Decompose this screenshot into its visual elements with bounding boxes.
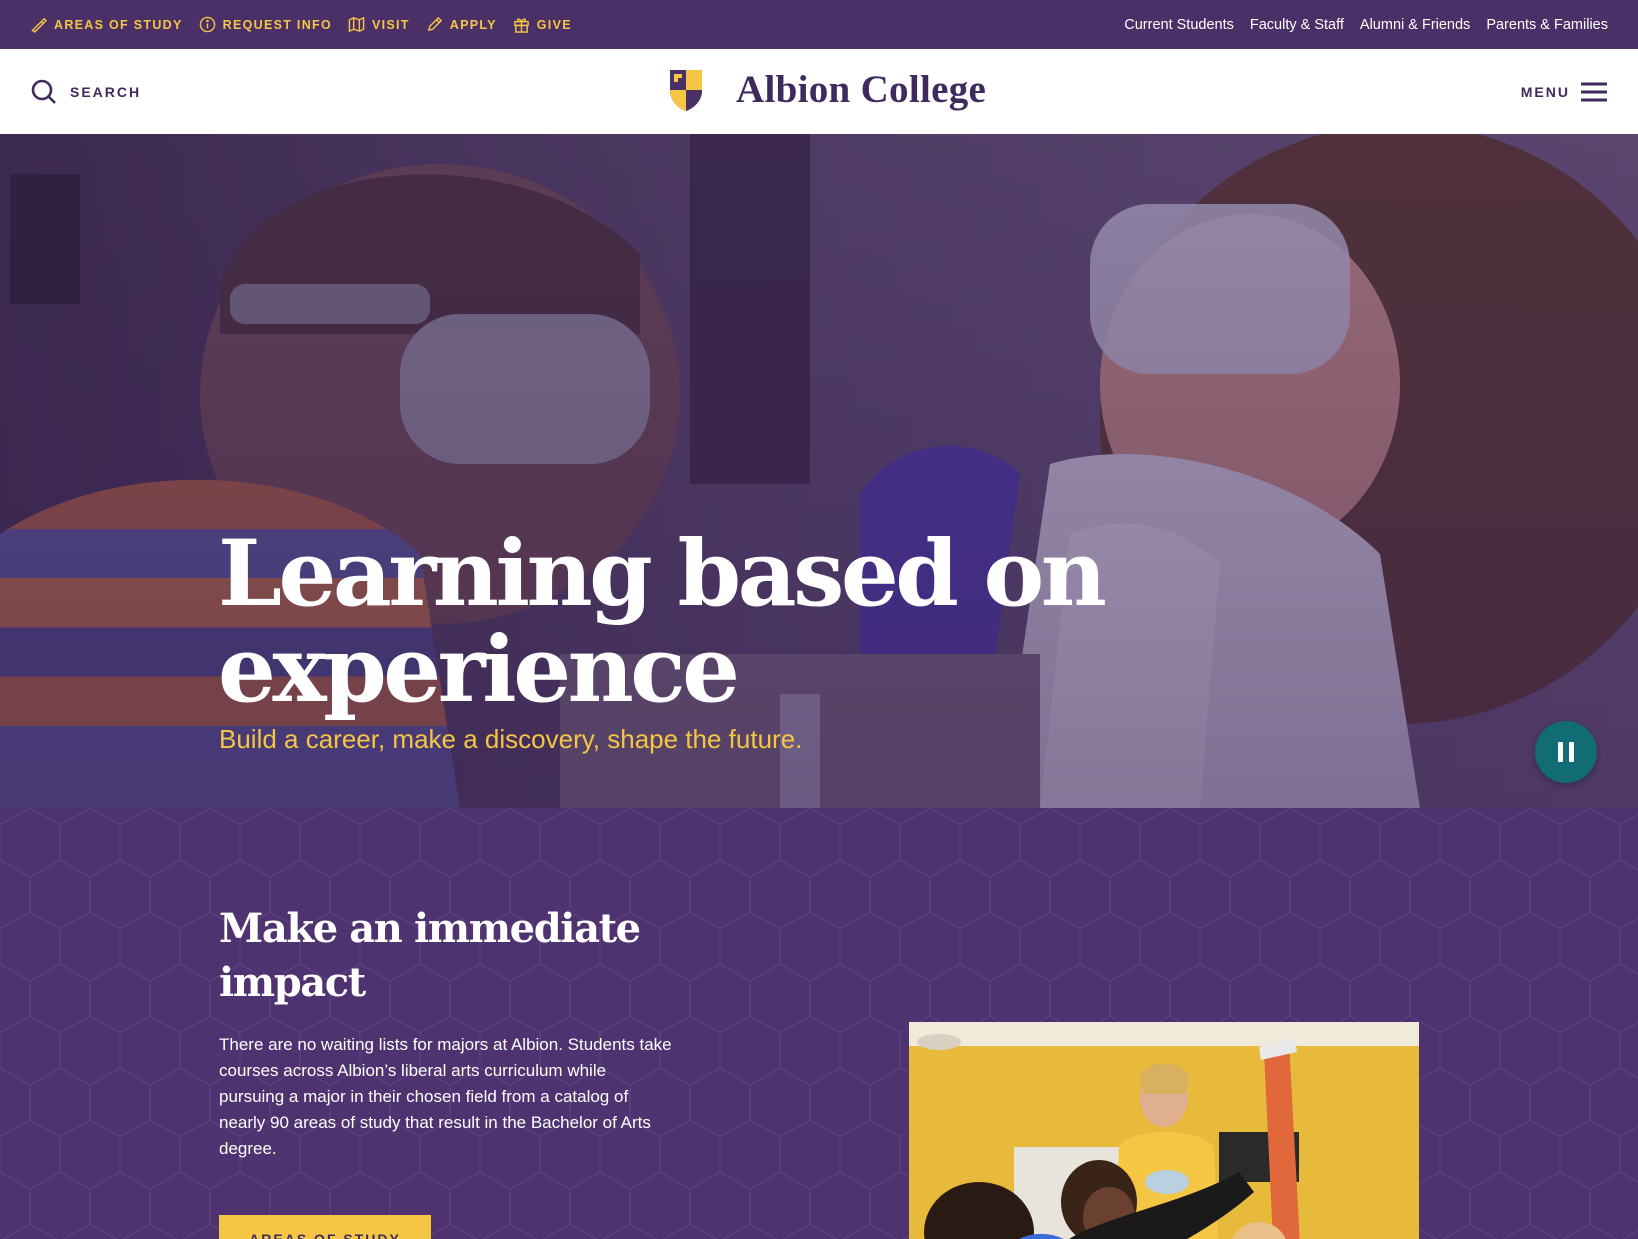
pause-icon-bar (1569, 742, 1574, 762)
search-label: Search (70, 83, 142, 100)
site-header: Search Albion College Menu (0, 49, 1638, 134)
parents-families-link[interactable]: Parents & Families (1486, 17, 1608, 33)
pause-video-button[interactable] (1535, 721, 1597, 783)
utility-bar: Areas of Study Request Info Visit Apply … (0, 0, 1638, 49)
gift-icon (513, 18, 529, 33)
impact-section: Make an immediate impact There are no wa… (0, 808, 1638, 1239)
classroom-photo-illustration (909, 1022, 1419, 1239)
audience-links: Current Students Faculty & Staff Alumni … (1124, 17, 1608, 33)
utility-links: Areas of Study Request Info Visit Apply … (30, 16, 572, 33)
current-students-link[interactable]: Current Students (1124, 17, 1234, 33)
areas-of-study-link[interactable]: Areas of Study (30, 16, 183, 33)
hero-subtitle: Build a career, make a discovery, shape … (219, 724, 803, 754)
request-info-label: Request Info (222, 17, 332, 32)
classroom-photo (909, 1022, 1419, 1239)
give-label: Give (536, 17, 572, 32)
faculty-staff-link[interactable]: Faculty & Staff (1250, 17, 1344, 33)
hero-section: Learning based on experience Build a car… (0, 134, 1638, 808)
apply-link[interactable]: Apply (426, 16, 497, 33)
alumni-friends-link[interactable]: Alumni & Friends (1360, 17, 1470, 33)
hamburger-icon (1581, 82, 1607, 101)
brand-name: Albion College (736, 68, 987, 111)
search-button[interactable]: Search (30, 78, 141, 106)
areas-of-study-button[interactable]: Areas of Study (219, 1215, 431, 1239)
hero-title: Learning based on experience (218, 521, 1107, 723)
menu-button[interactable]: Menu (1521, 80, 1608, 104)
albion-logo-link[interactable]: Albion College (668, 67, 986, 112)
compass-pen-icon (31, 17, 47, 33)
request-info-link[interactable]: Request Info (199, 16, 332, 33)
shield-logo-icon (670, 69, 702, 111)
impact-title: Make an immediate impact (219, 905, 641, 1006)
info-circle-icon (199, 16, 215, 33)
search-icon (31, 79, 56, 104)
pause-icon (1558, 742, 1563, 762)
map-icon (348, 16, 365, 33)
menu-label: Menu (1520, 83, 1570, 100)
pencil-icon (427, 16, 442, 32)
give-link[interactable]: Give (513, 16, 572, 33)
visit-link[interactable]: Visit (348, 16, 410, 33)
apply-label: Apply (449, 17, 497, 32)
impact-body: There are no waiting lists for majors at… (219, 1035, 672, 1158)
visit-label: Visit (371, 17, 410, 32)
areas-of-study-label: Areas of Study (54, 17, 183, 32)
